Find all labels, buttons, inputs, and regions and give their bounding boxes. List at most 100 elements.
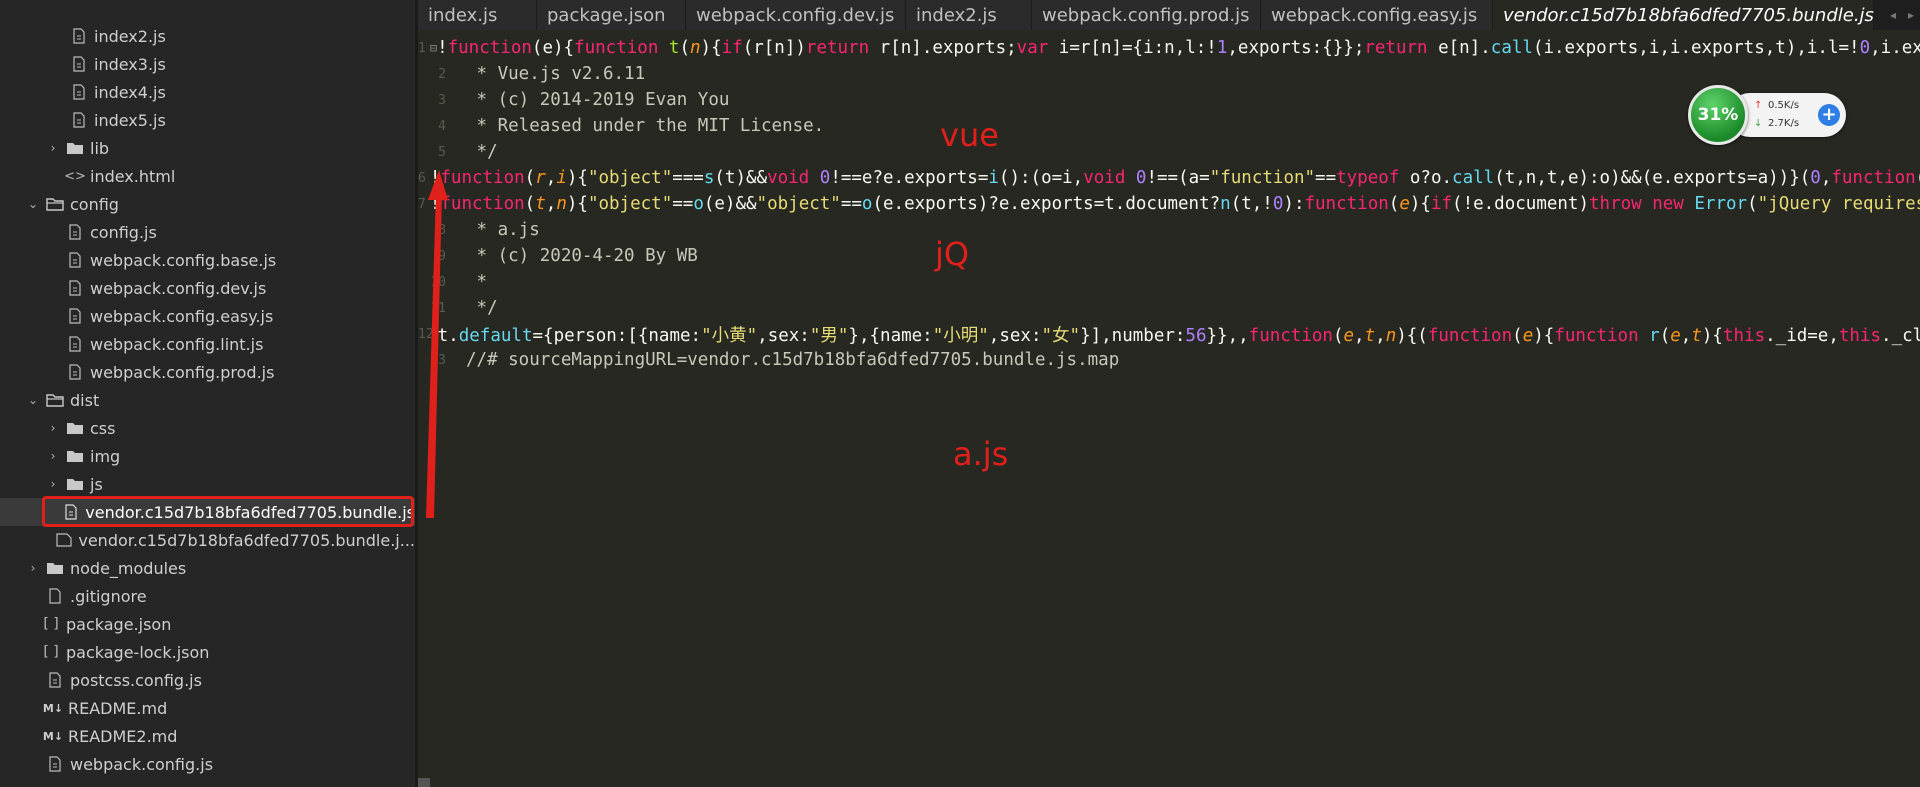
horizontal-scrollbar[interactable] [418,778,430,787]
tree-item-webpack-config-dev-js[interactable]: webpack.config.dev.js [0,274,415,302]
file-icon [70,55,88,73]
tree-item-gitignore[interactable]: .gitignore [0,582,415,610]
network-speed-widget[interactable]: ↑ 0.5K/s ↓ 2.7K/s + 31% [1688,85,1848,147]
chevron-down-icon[interactable]: ⌄ [26,386,40,414]
tree-item-label: css [90,418,116,438]
tab-package-json[interactable]: package.json [537,0,686,30]
file-icon [66,279,84,297]
tree-item-label: img [90,446,121,466]
fold-minus-icon[interactable]: ⊟ [430,41,437,55]
tree-item-label: node_modules [70,558,187,578]
json-icon: [ ] [43,644,59,660]
tree-item-label: index3.js [94,54,166,74]
tree-item-label: .gitignore [70,586,147,606]
tree-item-postcss-config-js[interactable]: postcss.config.js [0,666,415,694]
line-number: 2 [438,66,446,82]
tab-label: package.json [547,4,666,26]
tree-item-webpack-config-lint-js[interactable]: webpack.config.lint.js [0,330,415,358]
code-line: 9 * (c) 2020-4-20 By WB [418,242,1920,270]
code-line: 11 */ [418,294,1920,322]
tree-item-vendor-bundle-js[interactable]: vendor.c15d7b18bfa6dfed7705.bundle.js [0,498,415,526]
tree-item-config[interactable]: ⌄ config [0,190,415,218]
code-line: 1 ⊟ !function(e){function t(n){if(r[n])r… [418,38,1920,58]
tab-index2-js[interactable]: index2.js [906,0,1032,30]
tab-label: webpack.config.prod.js [1042,4,1250,26]
tree-item-label: vendor.c15d7b18bfa6dfed7705.bundle.j... [78,530,415,550]
chevron-right-icon[interactable]: › [46,414,60,442]
line-number: 5 [438,144,446,160]
tree-item-lib[interactable]: › lib [0,134,415,162]
code-line: 10 * [418,268,1920,296]
tab-scroll-controls: ◂ ▸ [1884,0,1920,30]
tab-webpack-config-prod-js[interactable]: webpack.config.prod.js [1032,0,1261,30]
tree-item-vendor-bundle-map[interactable]: vendor.c15d7b18bfa6dfed7705.bundle.j... [0,526,415,554]
tree-item-label: index5.js [94,110,166,130]
tab-index-js[interactable]: index.js [418,0,537,30]
tree-item-index2-js[interactable]: index2.js [0,22,415,50]
tree-item-label: config.js [90,222,157,242]
chevron-right-icon[interactable]: › [46,470,60,498]
chevron-right-icon[interactable]: ▸ [1908,8,1914,22]
tree-item-dist[interactable]: ⌄ dist [0,386,415,414]
chevron-right-icon[interactable]: › [26,554,40,582]
folder-icon [66,419,84,437]
chevron-right-icon[interactable]: › [46,134,60,162]
plus-icon[interactable]: + [1818,104,1840,126]
code-line: 6 !function(r,i){"object"===s(t)&&void 0… [418,168,1920,188]
folder-open-icon [46,391,64,409]
tree-item-label: postcss.config.js [70,670,202,690]
chevron-down-icon[interactable]: ⌄ [26,190,40,218]
download-speed-row: ↓ 2.7K/s [1754,118,1799,129]
tab-vendor-bundle-js[interactable]: vendor.c15d7b18bfa6dfed7705.bundle.js [1493,0,1874,30]
tree-item-js[interactable]: › js [0,470,415,498]
code-icon: <> [64,168,86,184]
file-icon [70,111,88,129]
tree-item-package-lock-json[interactable]: [ ] package-lock.json [0,638,415,666]
memory-usage-indicator[interactable]: 31% [1688,85,1748,145]
code-comment: * a.js [466,220,540,240]
file-outline-icon [56,531,72,549]
tree-item-img[interactable]: › img [0,442,415,470]
chevron-right-icon[interactable]: › [46,442,60,470]
file-icon [62,503,79,521]
code-comment: //# sourceMappingURL=vendor.c15d7b18bfa6… [466,350,1120,370]
code-line: 2 * Vue.js v2.6.11 [418,60,1920,88]
tree-item-index-html[interactable]: <> index.html [0,162,415,190]
code-line: 8 * a.js [418,216,1920,244]
folder-icon [66,475,84,493]
tree-item-readme-md[interactable]: M↓ README.md [0,694,415,722]
tree-item-package-json[interactable]: [ ] package.json [0,610,415,638]
tree-item-label: webpack.config.easy.js [90,306,274,326]
tree-item-label: index4.js [94,82,166,102]
tree-item-label: package-lock.json [66,642,210,662]
tree-item-label: webpack.config.js [70,754,214,774]
tab-webpack-config-dev-js[interactable]: webpack.config.dev.js [686,0,906,30]
tree-item-index4-js[interactable]: index4.js [0,78,415,106]
folder-icon [66,447,84,465]
folder-open-icon [46,195,64,213]
tab-webpack-config-easy-js[interactable]: webpack.config.easy.js [1261,0,1493,30]
upload-speed-row: ↑ 0.5K/s [1754,100,1799,111]
tree-item-webpack-config-js[interactable]: webpack.config.js [0,750,415,778]
tree-item-css[interactable]: › css [0,414,415,442]
tree-item-index5-js[interactable]: index5.js [0,106,415,134]
code-comment: * (c) 2014-2019 Evan You [466,90,730,110]
tree-item-webpack-config-easy-js[interactable]: webpack.config.easy.js [0,302,415,330]
tree-item-webpack-config-base-js[interactable]: webpack.config.base.js [0,246,415,274]
tab-label: index2.js [916,4,997,26]
chevron-left-icon[interactable]: ◂ [1890,8,1896,22]
file-icon [70,83,88,101]
tree-item-readme2-md[interactable]: M↓ README2.md [0,722,415,750]
tree-item-webpack-config-prod-js[interactable]: webpack.config.prod.js [0,358,415,386]
file-icon [66,251,84,269]
upload-arrow-icon: ↑ [1754,100,1763,111]
file-icon [66,307,84,325]
markdown-icon: M↓ [42,701,64,715]
tree-item-node-modules[interactable]: › node_modules [0,554,415,582]
tree-item-config-js[interactable]: config.js [0,218,415,246]
code-line: 12 t.default={person:[{name:"小黄",sex:"男"… [418,325,1920,346]
tree-item-index3-js[interactable]: index3.js [0,50,415,78]
json-icon: [ ] [43,616,59,632]
tree-item-label: README.md [68,698,168,718]
folder-icon [66,139,84,157]
